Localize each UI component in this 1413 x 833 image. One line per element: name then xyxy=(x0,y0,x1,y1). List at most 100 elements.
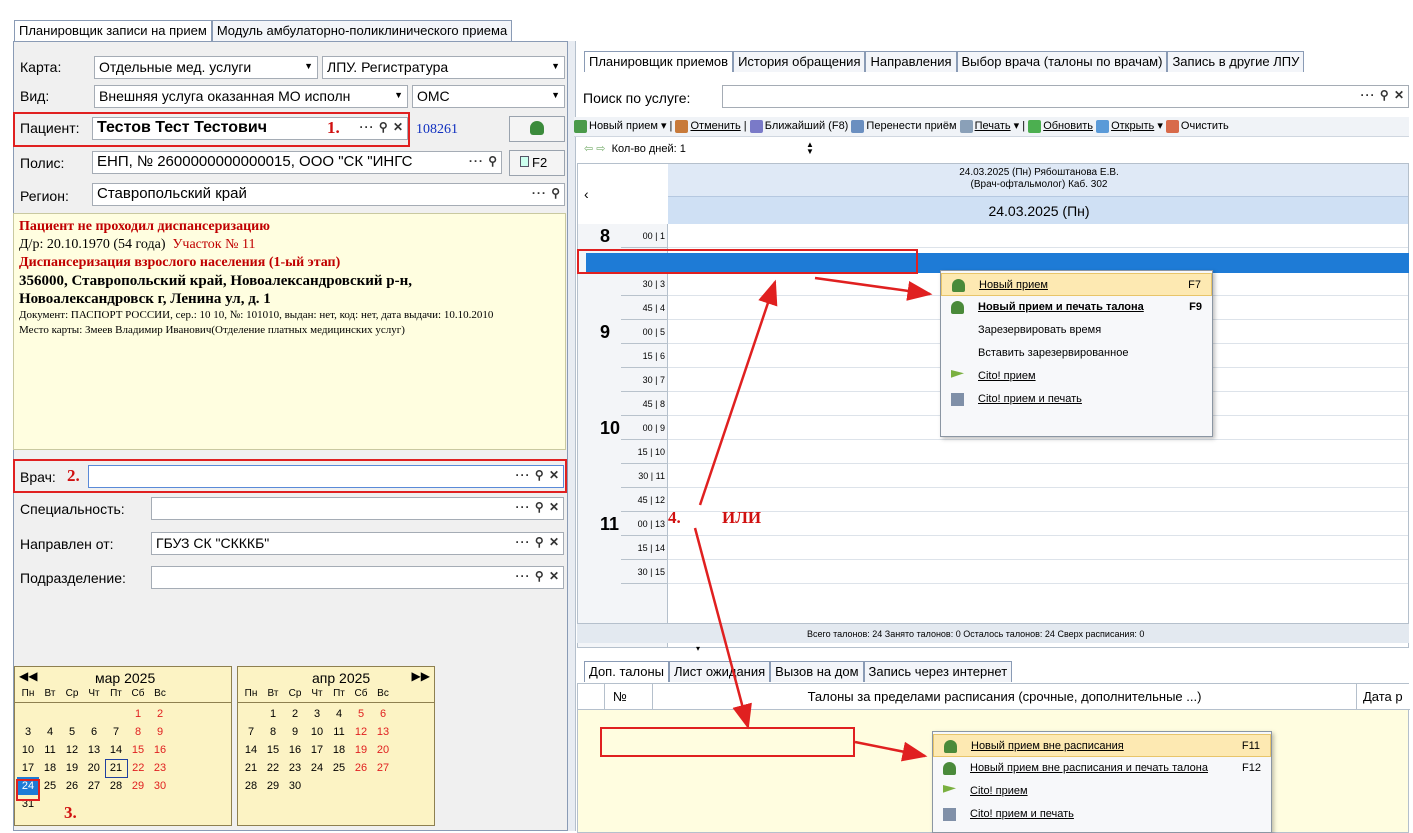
calendar-day[interactable]: 29 xyxy=(127,777,149,795)
calendar-day[interactable]: 21 xyxy=(104,758,128,778)
karta-select[interactable]: Отдельные мед. услуги ▼ xyxy=(94,56,318,79)
collapse-icon[interactable]: ▾ xyxy=(696,644,700,653)
region-field-buttons[interactable]: ··· ⚲ xyxy=(532,186,561,200)
calendar-day[interactable]: 26 xyxy=(61,777,83,795)
time-slot[interactable] xyxy=(668,440,1408,464)
toolbar-clear[interactable]: Очистить xyxy=(1165,119,1229,133)
tab-internet[interactable]: Запись через интернет xyxy=(863,661,1013,682)
tab-schedule[interactable]: Планировщик приемов xyxy=(584,51,734,72)
calendar-day[interactable]: 5 xyxy=(350,705,372,723)
time-slot[interactable] xyxy=(668,560,1408,584)
splitter[interactable] xyxy=(568,41,576,831)
arrow-right-icon[interactable]: ⇨ xyxy=(596,143,605,155)
oms-select[interactable]: ОМС ▼ xyxy=(412,85,565,108)
calendar-day[interactable]: 17 xyxy=(17,759,39,777)
menu-item[interactable]: Cito! прием xyxy=(933,780,1271,803)
time-slot[interactable] xyxy=(668,464,1408,488)
toolbar-cancel[interactable]: Отменить xyxy=(675,119,741,133)
napr-field[interactable]: ГБУЗ СК "СКККБ" ··· ⚲ ✕ xyxy=(151,532,564,555)
toolbar-nearest[interactable]: Ближайший (F8) xyxy=(749,119,848,133)
menu-item[interactable]: Новый прием вне расписания и печать тало… xyxy=(933,757,1271,780)
toolbar-refresh[interactable]: Обновить xyxy=(1028,119,1093,133)
calendar-day[interactable]: 3 xyxy=(306,705,328,723)
col-date[interactable]: Дата р xyxy=(1356,684,1410,710)
calendar-day[interactable]: 10 xyxy=(17,741,39,759)
calendar-day[interactable]: 11 xyxy=(39,741,61,759)
calendar-march-grid[interactable]: 1 2 3 4 5 6 7 8 9 10 11 12 13 14 15 16 17 18 19 20 21 22 23 24 2… xyxy=(17,705,171,813)
days-spinner[interactable]: ▲ ▼ xyxy=(806,141,814,156)
menu-item[interactable]: Cito! прием и печать xyxy=(933,803,1271,826)
chevron-down-icon[interactable]: ▼ xyxy=(551,90,560,100)
calendar-day[interactable]: 28 xyxy=(240,777,262,795)
menu-item[interactable]: Новый прием F7 xyxy=(941,273,1212,296)
region-field[interactable]: Ставропольский край ··· ⚲ xyxy=(92,183,565,206)
calendar-day[interactable]: 14 xyxy=(105,741,127,759)
toolbar-new[interactable]: Новый прием ▾ xyxy=(574,119,667,133)
tab-doctor-choice[interactable]: Выбор врача (талоны по врачам) xyxy=(956,51,1168,72)
podr-field[interactable]: ··· ⚲ ✕ xyxy=(151,566,564,589)
calendar-day[interactable]: 19 xyxy=(61,759,83,777)
menu-item[interactable]: Новый прием вне расписания F11 xyxy=(933,734,1271,757)
podr-field-buttons[interactable]: ··· ⚲ ✕ xyxy=(516,569,561,583)
tab-scheduler[interactable]: Планировщик записи на прием xyxy=(14,20,212,41)
calendar-day[interactable]: 20 xyxy=(83,759,105,777)
calendar-day[interactable]: 13 xyxy=(372,723,394,741)
calendar-day[interactable]: 30 xyxy=(149,777,171,795)
calendar-day[interactable]: 16 xyxy=(149,741,171,759)
calendar-day[interactable]: 16 xyxy=(284,741,306,759)
calendar-day[interactable]: 19 xyxy=(350,741,372,759)
arrow-left-icon[interactable]: ⇦ xyxy=(584,143,593,155)
tab-history[interactable]: История обращения xyxy=(733,51,866,72)
calendar-day[interactable]: 18 xyxy=(328,741,350,759)
calendar-day[interactable]: 12 xyxy=(350,723,372,741)
calendar-day[interactable]: 2 xyxy=(149,705,171,723)
napr-field-buttons[interactable]: ··· ⚲ ✕ xyxy=(516,535,561,549)
calendar-april-grid[interactable]: 1 2 3 4 5 6 7 8 9 10 11 12 13 14 15 16 17 18 19 20 21 22 23 24 2… xyxy=(240,705,394,795)
calendar-day[interactable]: 27 xyxy=(83,777,105,795)
calendar-day[interactable]: 1 xyxy=(127,705,149,723)
toolbar-print[interactable]: Печать ▾ xyxy=(959,119,1019,133)
spec-field[interactable]: ··· ⚲ ✕ xyxy=(151,497,564,520)
f2-button[interactable]: F2 xyxy=(509,150,565,176)
calendar-day[interactable]: 12 xyxy=(61,741,83,759)
service-search-input[interactable]: ··· ⚲ ✕ xyxy=(722,85,1409,108)
chevron-down-icon[interactable]: ▼ xyxy=(551,61,560,71)
patient-card-button[interactable] xyxy=(509,116,565,142)
calendar-day[interactable]: 21 xyxy=(240,759,262,777)
calendar-day[interactable]: 23 xyxy=(284,759,306,777)
calendar-day[interactable]: 7 xyxy=(105,723,127,741)
menu-item[interactable]: Вставить зарезервированное xyxy=(941,342,1212,365)
calendar-day[interactable]: 6 xyxy=(372,705,394,723)
calendar-day[interactable]: 15 xyxy=(262,741,284,759)
calendar-day[interactable]: 6 xyxy=(83,723,105,741)
calendar-day[interactable]: 4 xyxy=(328,705,350,723)
calendar-day[interactable]: 3 xyxy=(17,723,39,741)
calendar-day[interactable]: 13 xyxy=(83,741,105,759)
calendar-day[interactable]: 25 xyxy=(39,777,61,795)
calendar-day[interactable]: 22 xyxy=(262,759,284,777)
calendar-day[interactable]: 5 xyxy=(61,723,83,741)
calendar-day[interactable]: 10 xyxy=(306,723,328,741)
scroll-left-icon[interactable]: ‹ xyxy=(578,164,668,224)
calendar-day[interactable]: 18 xyxy=(39,759,61,777)
chevron-down-icon[interactable]: ▼ xyxy=(394,90,403,100)
menu-item[interactable]: Новый прием и печать талона F9 xyxy=(941,296,1212,319)
tab-waiting-list[interactable]: Лист ожидания xyxy=(668,661,771,682)
calendar-day[interactable]: 24 xyxy=(306,759,328,777)
vid-select[interactable]: Внешняя услуга оказанная МО исполн ▼ xyxy=(94,85,408,108)
calendar-day[interactable]: 26 xyxy=(350,759,372,777)
calendar-day[interactable]: 20 xyxy=(372,741,394,759)
tab-extra-tickets[interactable]: Доп. талоны xyxy=(584,661,669,682)
calendar-day[interactable]: 15 xyxy=(127,741,149,759)
menu-item[interactable]: Cito! прием xyxy=(941,365,1212,388)
calendar-day[interactable]: 17 xyxy=(306,741,328,759)
calendar-day[interactable]: 2 xyxy=(284,705,306,723)
tab-ambulatory[interactable]: Модуль амбулаторно-поликлинического прие… xyxy=(211,20,513,41)
calendar-day[interactable]: 8 xyxy=(127,723,149,741)
calendar-day[interactable]: 27 xyxy=(372,759,394,777)
menu-item[interactable]: Зарезервировать время xyxy=(941,319,1212,342)
tab-home-call[interactable]: Вызов на дом xyxy=(770,661,864,682)
calendar-day[interactable]: 22 xyxy=(127,759,149,777)
polis-field[interactable]: ЕНП, № 2600000000000015, ООО "СК "ИНГС ··… xyxy=(92,151,502,174)
next-year-icon[interactable]: ▶▶ xyxy=(412,669,430,683)
